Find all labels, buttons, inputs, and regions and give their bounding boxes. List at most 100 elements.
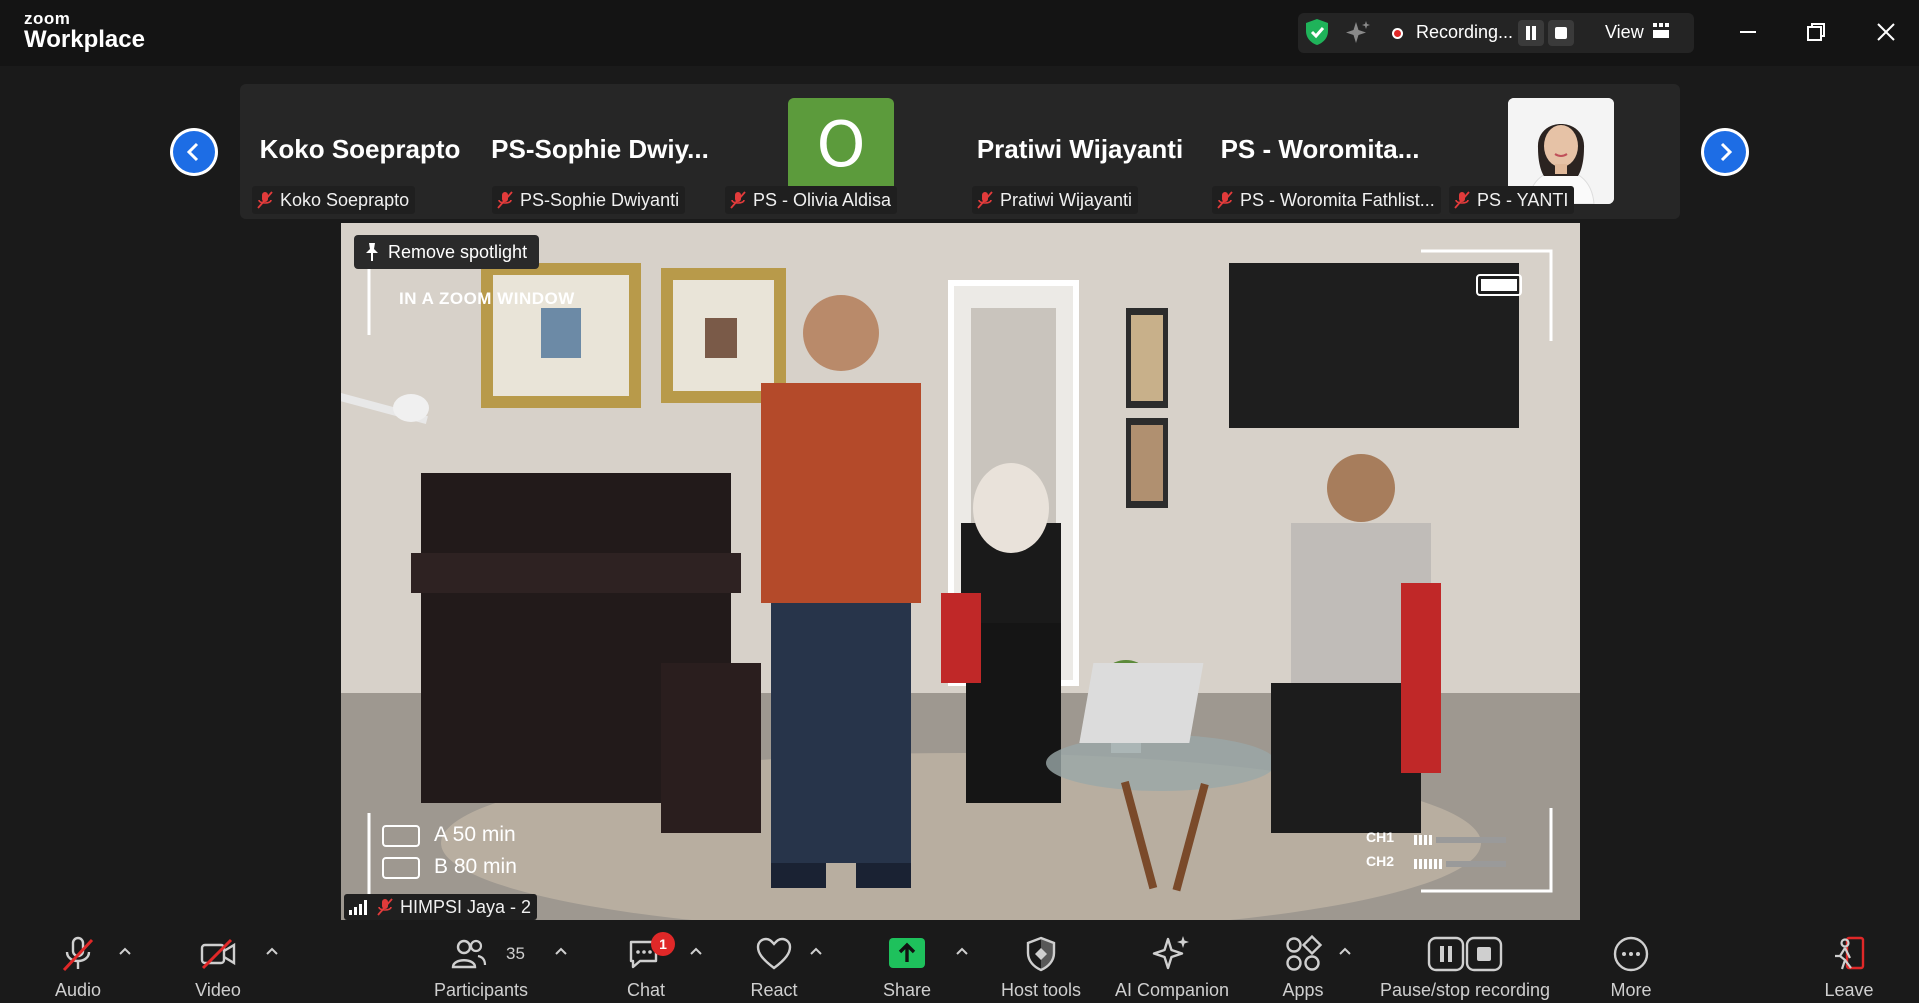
participant-name: PS - YANTI [1477,189,1569,210]
video-label: Video [195,980,241,1000]
chevron-left-icon [186,142,199,162]
view-menu-button[interactable]: View [1605,22,1644,43]
share-label: Share [882,980,932,1000]
leave-label: Leave [1824,980,1874,1000]
audio-label: Audio [54,980,102,1000]
chat-label: Chat [626,980,666,1000]
ai-companion-button[interactable]: AI Companion [1110,934,1234,1000]
apps-button[interactable]: Apps [1272,934,1334,1000]
react-button[interactable]: React [740,934,808,1000]
apps-label: Apps [1282,980,1324,1000]
pause-stop-recording-button[interactable]: Pause/stop recording [1372,934,1558,1000]
more-label: More [1610,980,1652,1000]
grid-view-icon[interactable] [1652,23,1670,39]
restore-icon[interactable] [1800,16,1832,48]
remove-spotlight-label: Remove spotlight [388,241,528,262]
participant-tile[interactable]: Pratiwi Wijayanti Pratiwi Wijayanti [966,90,1194,216]
participant-label: PS - Olivia Aldisa [725,186,898,214]
mic-muted-icon [1454,191,1470,209]
encryption-shield-icon[interactable] [1302,17,1332,47]
leave-button[interactable]: Leave [1818,934,1880,1000]
overlay-title: IN A ZOOM WINDOW [399,289,575,308]
leave-meeting-icon [1835,936,1865,970]
mic-muted-icon [377,898,393,916]
participant-name: Pratiwi Wijayanti [1000,189,1133,210]
speaker-label: HIMPSI Jaya - 2 [344,894,538,920]
participant-tile[interactable]: PS-Sophie Dwiy... PS-Sophie Dwiyanti [486,90,714,216]
participant-tile-name: Pratiwi Wijayanti [976,134,1184,164]
share-button[interactable]: Share [876,934,938,1000]
participant-label: PS-Sophie Dwiyanti [492,186,686,214]
participant-tile-name: Koko Soeprapto [259,134,461,164]
recording-indicator-icon [1392,28,1403,39]
participant-tile[interactable]: PS - Woromita... PS - Woromita Fathlist.… [1206,90,1441,216]
video-button[interactable]: Video [180,934,256,1000]
ai-companion-sparkle-icon [1152,936,1189,970]
participant-label: PS - Woromita Fathlist... [1212,186,1441,214]
remove-spotlight-button[interactable]: Remove spotlight [354,235,540,269]
participants-options-caret-icon[interactable] [553,944,569,958]
audio-button[interactable]: Audio [40,934,116,1000]
channel-1-label: CH1 [1366,829,1395,845]
apps-icon [1286,934,1323,971]
brand-large: Workplace [24,26,145,53]
participant-label: Pratiwi Wijayanti [972,186,1139,214]
pin-icon [366,243,378,261]
pause-stop-recording-label: Pause/stop recording [1379,980,1551,1000]
video-scene [341,223,1580,920]
battery-b-text: B 80 min [434,855,517,878]
brand-small: zoom [24,9,71,28]
speaker-name: HIMPSI Jaya - 2 [400,896,532,917]
recording-label: Recording... [1416,22,1514,42]
react-label: React [750,980,798,1000]
react-options-caret-icon[interactable] [808,944,824,958]
more-options-icon [1613,936,1649,972]
participant-tile[interactable]: Koko Soeprapto Koko Soeprapto [246,90,474,216]
close-icon[interactable] [1870,16,1902,48]
battery-a-text: A 50 min [434,823,516,846]
participants-count: 35 [506,944,525,963]
participant-tile-name: PS - Woromita... [1220,134,1420,164]
participant-label: PS - YANTI [1449,186,1575,214]
camera-off-icon [200,938,236,970]
participant-tile[interactable]: PS - YANTI [1443,90,1671,216]
more-button[interactable]: More [1600,934,1662,1000]
stop-recording-button[interactable] [1548,20,1574,46]
signal-strength-icon [349,900,367,915]
participant-tile-name: PS-Sophie Dwiy... [491,134,709,164]
participants-label: Participants [433,980,529,1000]
host-tools-label: Host tools [1000,980,1082,1000]
host-shield-icon [1026,936,1056,972]
chat-unread-badge: 1 [651,932,675,956]
previous-page-button[interactable] [170,128,218,176]
ai-companion-label: AI Companion [1114,980,1230,1000]
participant-name: PS - Olivia Aldisa [753,189,892,210]
mic-muted-icon [257,191,273,209]
zoom-workplace-logo: zoom Workplace [24,10,145,52]
video-options-caret-icon[interactable] [264,944,280,958]
microphone-muted-icon [62,936,94,972]
channel-2-label: CH2 [1366,853,1395,869]
mic-muted-icon [497,191,513,209]
minimize-icon[interactable] [1732,16,1764,48]
mic-muted-icon [1217,191,1233,209]
share-screen-icon [889,938,925,968]
mic-muted-icon [977,191,993,209]
share-options-caret-icon[interactable] [954,944,970,958]
participant-name: PS - Woromita Fathlist... [1240,189,1435,210]
next-page-button[interactable] [1701,128,1749,176]
participant-name: Koko Soeprapto [280,189,410,210]
pause-stop-recording-icon [1427,936,1503,972]
participants-icon [451,939,486,969]
chat-options-caret-icon[interactable] [688,944,704,958]
participant-tile[interactable]: PS - Olivia Aldisa [719,90,947,216]
host-tools-button[interactable]: Host tools [994,934,1088,1000]
apps-options-caret-icon[interactable] [1337,944,1353,958]
spotlight-video[interactable]: IN A ZOOM WINDOW A 50 min B 80 min CH1 C… [341,223,1580,920]
chevron-right-icon [1720,142,1733,162]
ai-sparkle-icon[interactable] [1344,19,1372,47]
pause-recording-button[interactable] [1518,20,1544,46]
audio-options-caret-icon[interactable] [117,944,133,958]
mic-muted-icon [730,191,746,209]
heart-icon [756,937,792,970]
